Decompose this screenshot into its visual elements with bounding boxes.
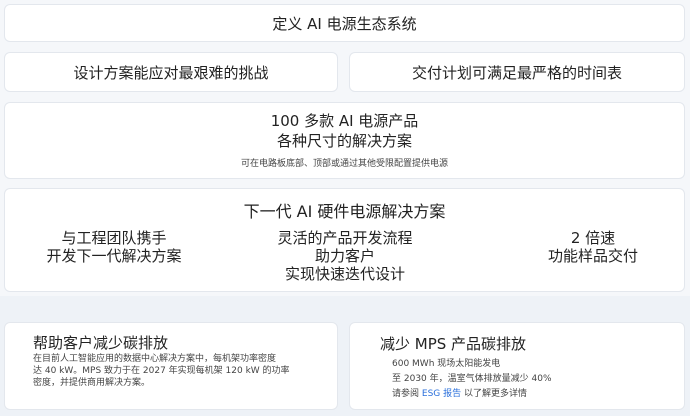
challenge-card: 设计方案能应对最艰难的挑战 <box>4 52 338 92</box>
products-card: 100 多款 AI 电源产品 各种尺寸的解决方案 可在电路板底部、顶部或通过其他… <box>4 102 685 179</box>
nextgen-col-speed: 2 倍速 功能样品交付 <box>523 229 663 265</box>
mps-carbon-esg-line: 请参阅 ESG 报告 以了解更多详情 <box>392 387 552 402</box>
customer-carbon-body: 在目前人工智能应用的数据中心解决方案中，每机架功率密度 达 40 kW。MPS … <box>33 353 333 389</box>
customer-carbon-line: 在目前人工智能应用的数据中心解决方案中，每机架功率密度 <box>33 354 277 364</box>
nextgen-title: 下一代 AI 硬件电源解决方案 <box>243 202 446 221</box>
nextgen-col2-line: 实现快速迭代设计 <box>284 265 405 283</box>
nextgen-col-process: 灵活的产品开发流程 助力客户 实现快速迭代设计 <box>250 229 440 283</box>
products-line1: 100 多款 AI 电源产品 <box>270 112 419 130</box>
ecosystem-title-card: 定义 AI 电源生态系统 <box>4 4 685 42</box>
products-line2: 各种尺寸的解决方案 <box>276 132 412 150</box>
nextgen-col-team: 与工程团队携手 开发下一代解决方案 <box>19 229 209 265</box>
customer-carbon-line: 达 40 kW。MPS 致力于在 2027 年实现每机架 120 kW 的功率 <box>33 366 290 376</box>
esg-report-link[interactable]: ESG 报告 <box>422 389 461 399</box>
customer-carbon-line: 密度，并提供商用解决方案。 <box>33 378 151 388</box>
ecosystem-title: 定义 AI 电源生态系统 <box>272 14 417 33</box>
products-note: 可在电路板底部、顶部或通过其他受限配置提供电源 <box>240 159 448 169</box>
nextgen-col2-line: 助力客户 <box>314 247 375 265</box>
nextgen-col2-line: 灵活的产品开发流程 <box>277 229 413 247</box>
esg-suffix: 以了解更多详情 <box>464 389 528 399</box>
mps-carbon-reduction: 至 2030 年，温室气体排放量减少 40% <box>392 374 552 384</box>
nextgen-col3-line: 2 倍速 <box>570 229 616 247</box>
nextgen-col1-line: 开发下一代解决方案 <box>46 247 182 265</box>
mps-carbon-title: 减少 MPS 产品碳排放 <box>380 335 527 353</box>
nextgen-col1-line: 与工程团队携手 <box>61 229 167 247</box>
nextgen-col3-line: 功能样品交付 <box>547 247 638 265</box>
schedule-card: 交付计划可满足最严格的时间表 <box>349 52 685 92</box>
challenge-text: 设计方案能应对最艰难的挑战 <box>73 63 269 82</box>
nextgen-card: 下一代 AI 硬件电源解决方案 与工程团队携手 开发下一代解决方案 灵活的产品开… <box>4 188 685 292</box>
esg-prefix: 请参阅 <box>392 389 420 399</box>
mps-carbon-body: 600 MWh 现场太阳能发电 至 2030 年，温室气体排放量减少 40% 请… <box>392 357 552 402</box>
schedule-text: 交付计划可满足最严格的时间表 <box>411 63 622 82</box>
customer-carbon-card: 帮助客户减少碳排放 在目前人工智能应用的数据中心解决方案中，每机架功率密度 达 … <box>4 322 338 410</box>
mps-carbon-card: 减少 MPS 产品碳排放 600 MWh 现场太阳能发电 至 2030 年，温室… <box>349 322 685 410</box>
customer-carbon-title: 帮助客户减少碳排放 <box>33 334 169 352</box>
mps-carbon-solar: 600 MWh 现场太阳能发电 <box>392 359 501 369</box>
